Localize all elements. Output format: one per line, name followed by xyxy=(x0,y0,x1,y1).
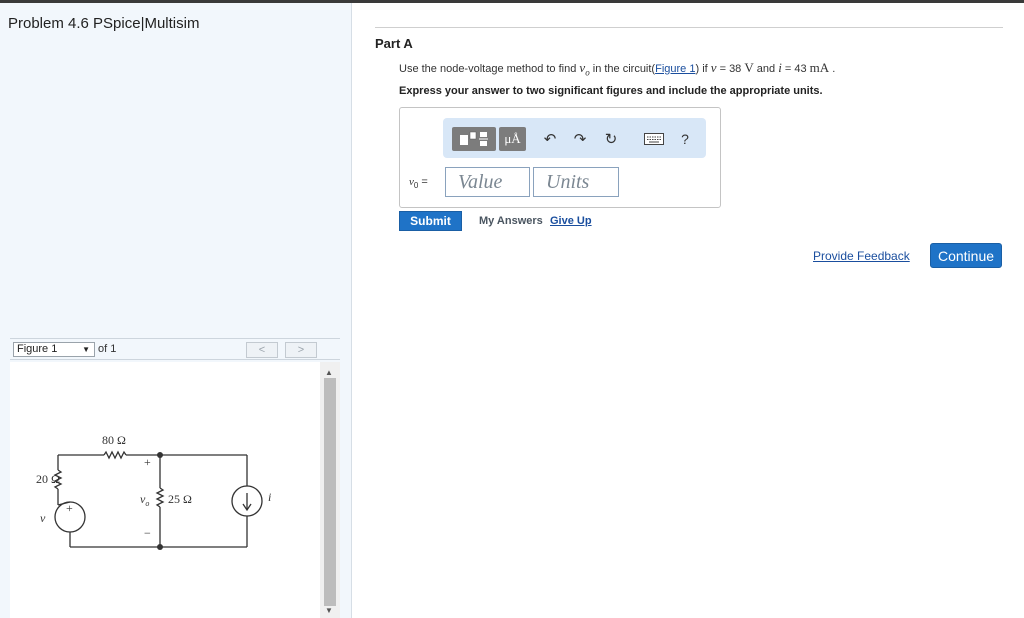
circuit-diagram: 80 Ω 20 Ω 25 Ω v i + + vo − xyxy=(36,433,271,550)
units-icon: μÅ xyxy=(504,131,521,146)
my-answers-link[interactable]: My Answers xyxy=(479,215,543,227)
keyboard-icon xyxy=(644,133,664,145)
reset-icon: ↻ xyxy=(604,131,618,148)
chevron-down-icon: ▼ xyxy=(82,345,90,354)
undo-icon: ↶ xyxy=(543,131,557,148)
redo-icon: ↷ xyxy=(573,131,587,148)
part-title: Part A xyxy=(375,36,413,51)
continue-button[interactable]: Continue xyxy=(930,243,1002,268)
scroll-thumb[interactable] xyxy=(324,378,336,606)
figure-count: of 1 xyxy=(98,343,117,355)
current-source-label: i xyxy=(268,490,271,504)
figure-viewer: 80 Ω 20 Ω 25 Ω v i + + vo − xyxy=(10,362,340,618)
header-divider xyxy=(375,27,1003,28)
answer-box: μÅ ↶ ↷ ↻ ? v0 = xyxy=(399,107,721,208)
give-up-link[interactable]: Give Up xyxy=(550,215,592,227)
templates-icon xyxy=(460,131,488,146)
resistor-80-label: 80 Ω xyxy=(102,433,126,447)
figure-prev-button[interactable]: < xyxy=(246,342,278,358)
figure-link[interactable]: Figure 1 xyxy=(655,63,695,75)
figure-select[interactable]: Figure 1 ▼ xyxy=(13,342,95,357)
value-input[interactable] xyxy=(445,167,530,197)
help-button[interactable]: ? xyxy=(677,127,693,151)
submit-button[interactable]: Submit xyxy=(399,211,462,231)
reset-button[interactable]: ↻ xyxy=(601,127,621,151)
figure-next-button[interactable]: > xyxy=(285,342,317,358)
resistor-25-label: 25 Ω xyxy=(168,492,192,506)
undo-button[interactable]: ↶ xyxy=(540,127,560,151)
units-button[interactable]: μÅ xyxy=(499,127,526,151)
vo-plus-sign: + xyxy=(144,455,151,469)
voltage-source-label: v xyxy=(40,511,46,525)
redo-button[interactable]: ↷ xyxy=(570,127,590,151)
chevron-left-icon: < xyxy=(258,344,266,356)
question-text: Use the node-voltage method to find vo i… xyxy=(399,60,836,78)
keyboard-button[interactable] xyxy=(642,127,666,151)
help-icon: ? xyxy=(681,131,689,147)
math-toolbar: μÅ ↶ ↷ ↻ ? xyxy=(443,118,706,158)
chevron-right-icon: > xyxy=(297,344,305,356)
answer-variable-label: v0 = xyxy=(409,176,428,191)
units-input[interactable] xyxy=(533,167,619,197)
source-plus-sign: + xyxy=(66,501,73,515)
instruction-text: Express your answer to two significant f… xyxy=(399,85,823,97)
figure-toolbar: Figure 1 ▼ of 1 < > xyxy=(10,338,340,360)
vo-minus-sign: − xyxy=(144,526,151,540)
resistor-20-label: 20 Ω xyxy=(36,472,60,486)
templates-button[interactable] xyxy=(452,127,496,151)
vo-label: vo xyxy=(140,492,149,508)
figure-scrollbar[interactable]: ▲ ▼ xyxy=(320,362,340,618)
scroll-down-icon[interactable]: ▼ xyxy=(325,606,333,615)
figure-select-value: Figure 1 xyxy=(17,343,58,355)
scroll-up-icon[interactable]: ▲ xyxy=(325,368,333,377)
provide-feedback-link[interactable]: Provide Feedback xyxy=(813,249,910,263)
problem-title: Problem 4.6 PSpice|Multisim xyxy=(8,15,200,32)
